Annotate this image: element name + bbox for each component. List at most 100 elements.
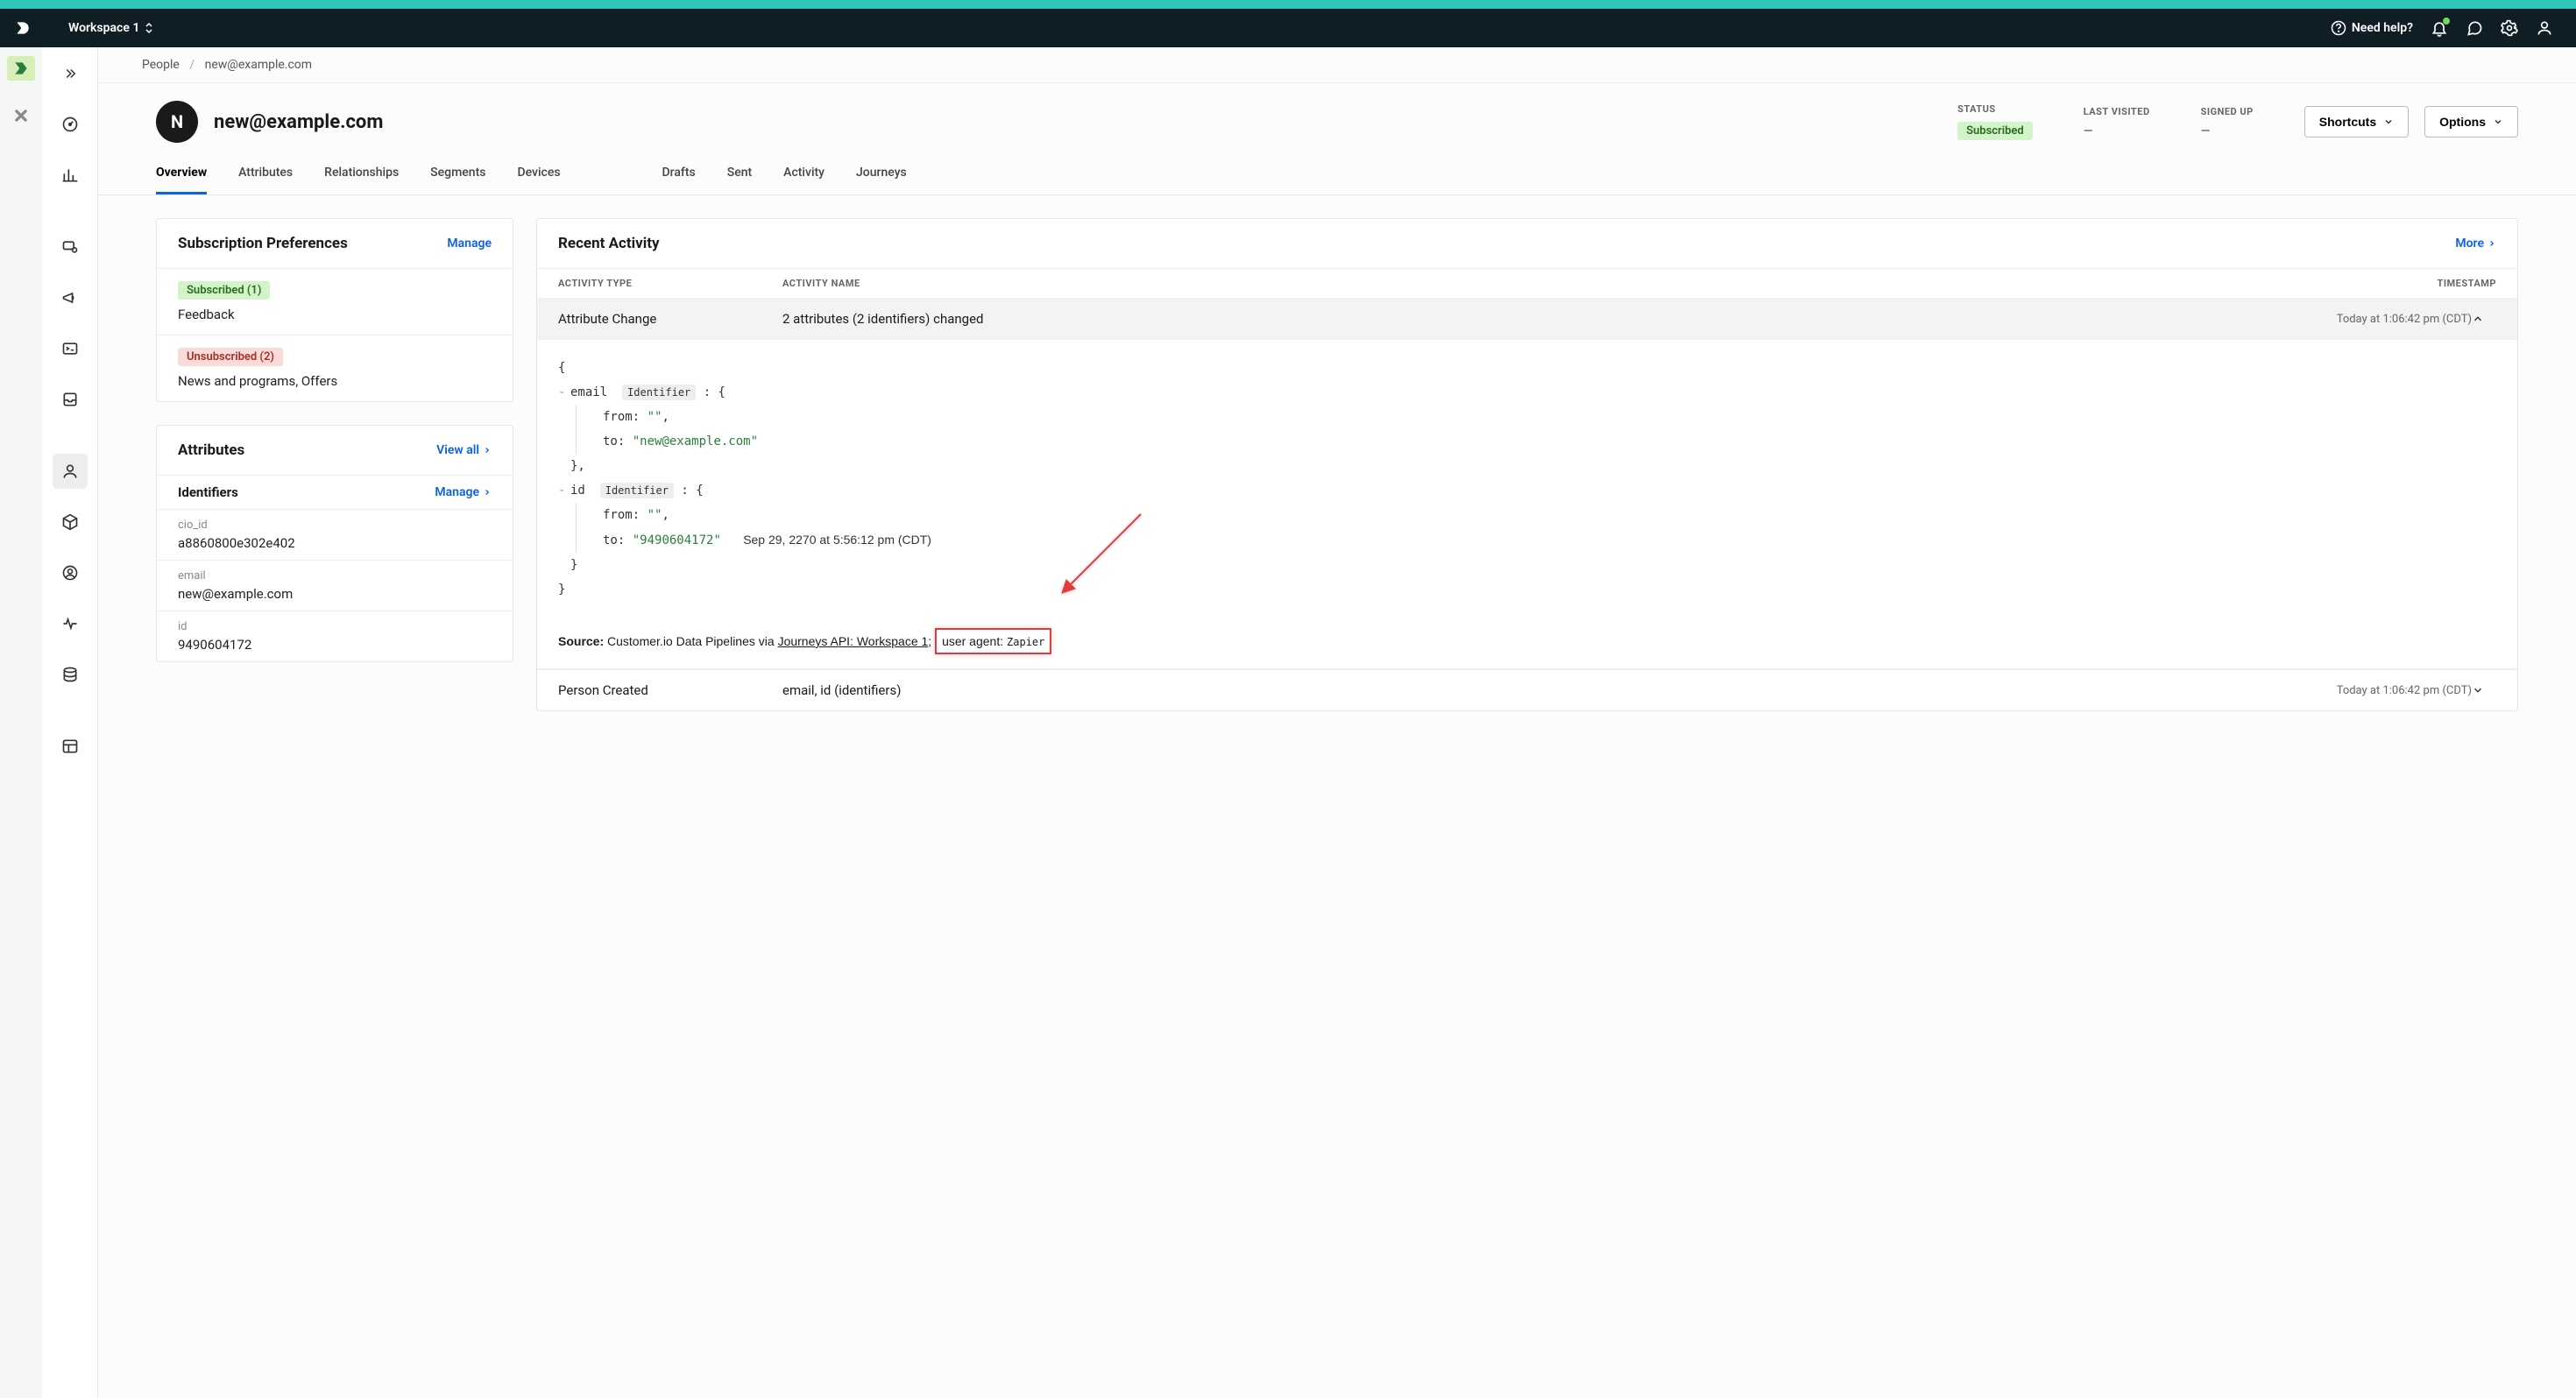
app-logo-icon[interactable] (14, 19, 32, 37)
tab-overview[interactable]: Overview (156, 166, 207, 194)
signed-up-label: SIGNED UP (2201, 106, 2254, 117)
activity-row-person-created[interactable]: Person Created email, id (identifiers) T… (537, 669, 2517, 710)
tab-activity[interactable]: Activity (783, 166, 824, 194)
gear-icon (2501, 19, 2518, 37)
attr-row-email: email new@example.com (157, 560, 513, 611)
cube-icon (61, 513, 79, 531)
product-rail (0, 47, 42, 1398)
nav-broadcasts[interactable] (53, 229, 88, 265)
product-a-icon[interactable] (7, 56, 35, 81)
tab-devices[interactable]: Devices (517, 166, 560, 194)
recent-activity-card: Recent Activity More ACTIVITY TYPE ACTIV… (536, 218, 2518, 711)
account-button[interactable] (2536, 19, 2553, 37)
chevrons-right-icon (62, 66, 78, 81)
chevron-right-icon (2488, 239, 2496, 248)
notification-dot (2443, 18, 2450, 25)
profile-header: N new@example.com STATUS Subscribed LAST… (98, 83, 2576, 143)
chevron-down-icon (2472, 684, 2484, 696)
nav-segments[interactable] (53, 555, 88, 590)
gauge-icon (61, 116, 79, 133)
user-agent-highlight: user agent: Zapier (935, 628, 1051, 654)
attr-row-cioid: cio_id a8860800e302e402 (157, 509, 513, 560)
main-content: People / new@example.com N new@example.c… (98, 47, 2576, 1398)
nav-transactional[interactable] (53, 331, 88, 366)
collapse-toggle[interactable] (2472, 313, 2496, 325)
attr-row-id: id 9490604172 (157, 611, 513, 661)
chevron-down-icon (2493, 116, 2503, 127)
chevron-down-icon (2383, 116, 2394, 127)
subprefs-manage-link[interactable]: Manage (447, 237, 492, 251)
expand-toggle[interactable] (2472, 684, 2496, 696)
chevron-right-icon (483, 446, 492, 455)
user-circle-icon (61, 564, 79, 582)
profile-tabs: Overview Attributes Relationships Segmen… (98, 143, 2576, 195)
tab-sent[interactable]: Sent (727, 166, 752, 194)
database-icon (61, 666, 79, 683)
breadcrumb-people[interactable]: People (142, 58, 180, 72)
nav-dashboard[interactable] (53, 107, 88, 142)
tab-drafts[interactable]: Drafts (662, 166, 696, 194)
nav-analytics[interactable] (53, 158, 88, 193)
attributes-view-all-link[interactable]: View all (436, 443, 492, 457)
activity-source-line: Source: Customer.io Data Pipelines via J… (537, 618, 2517, 669)
product-b-icon[interactable] (12, 107, 30, 124)
shortcuts-button[interactable]: Shortcuts (2304, 106, 2409, 138)
breadcrumb-current: new@example.com (205, 58, 312, 72)
activity-json-detail: { email Identifier : { from: "", to: "ne… (537, 339, 2517, 618)
last-visited-value: — (2084, 124, 2150, 138)
nav-people[interactable] (53, 454, 88, 489)
tab-journeys[interactable]: Journeys (856, 166, 907, 194)
breadcrumb: People / new@example.com (98, 47, 2576, 83)
inbox-icon (61, 391, 79, 408)
terminal-icon (61, 340, 79, 357)
nav-activity[interactable] (53, 606, 88, 641)
nav-rail (42, 47, 98, 1398)
layout-icon (61, 738, 79, 755)
activity-row-attribute-change[interactable]: Attribute Change 2 attributes (2 identif… (537, 298, 2517, 339)
attributes-title: Attributes (178, 441, 244, 459)
status-label: STATUS (1957, 103, 2033, 115)
last-visited-label: LAST VISITED (2084, 106, 2150, 117)
page-title: new@example.com (214, 111, 383, 133)
status-badge: Subscribed (1957, 122, 2033, 140)
user-icon (2536, 19, 2553, 37)
identifiers-manage-link[interactable]: Manage (435, 485, 492, 499)
activity-table-header: ACTIVITY TYPE ACTIVITY NAME TIMESTAMP (537, 268, 2517, 298)
notifications-button[interactable] (2431, 19, 2448, 37)
tab-segments[interactable]: Segments (430, 166, 485, 194)
tab-relationships[interactable]: Relationships (324, 166, 399, 194)
expand-rail-button[interactable] (53, 56, 88, 91)
identifiers-title: Identifiers (178, 484, 238, 500)
workspace-selector[interactable]: Workspace 1 (68, 21, 153, 35)
chat-button[interactable] (2466, 19, 2483, 37)
chat-icon (2466, 19, 2483, 37)
help-icon (2331, 20, 2346, 36)
message-gear-icon (61, 238, 79, 256)
source-api-link[interactable]: Journeys API: Workspace 1 (778, 634, 929, 648)
topbar: Workspace 1 Need help? (0, 9, 2576, 47)
subscribed-pill: Subscribed (1) (178, 281, 270, 300)
nav-content[interactable] (53, 729, 88, 764)
nav-deliveries[interactable] (53, 382, 88, 417)
tab-attributes[interactable]: Attributes (238, 166, 293, 194)
activity-title: Recent Activity (558, 235, 660, 252)
avatar: N (156, 101, 198, 143)
settings-button[interactable] (2501, 19, 2518, 37)
unsubscribed-list: News and programs, Offers (178, 373, 492, 389)
bar-chart-icon (61, 166, 79, 184)
megaphone-icon (61, 289, 79, 307)
subscribed-list: Feedback (178, 307, 492, 322)
nav-objects[interactable] (53, 505, 88, 540)
activity-more-link[interactable]: More (2455, 237, 2496, 251)
subscription-preferences-card: Subscription Preferences Manage Subscrib… (156, 218, 513, 402)
unsubscribed-pill: Unsubscribed (2) (178, 348, 283, 366)
options-button[interactable]: Options (2424, 106, 2518, 138)
workspace-name: Workspace 1 (68, 21, 139, 35)
teal-accent-bar (0, 0, 2576, 9)
help-link[interactable]: Need help? (2331, 20, 2413, 36)
pulse-icon (61, 615, 79, 632)
nav-campaigns[interactable] (53, 280, 88, 315)
chevron-up-icon (2472, 313, 2484, 325)
updown-icon (145, 22, 153, 34)
nav-data[interactable] (53, 657, 88, 692)
